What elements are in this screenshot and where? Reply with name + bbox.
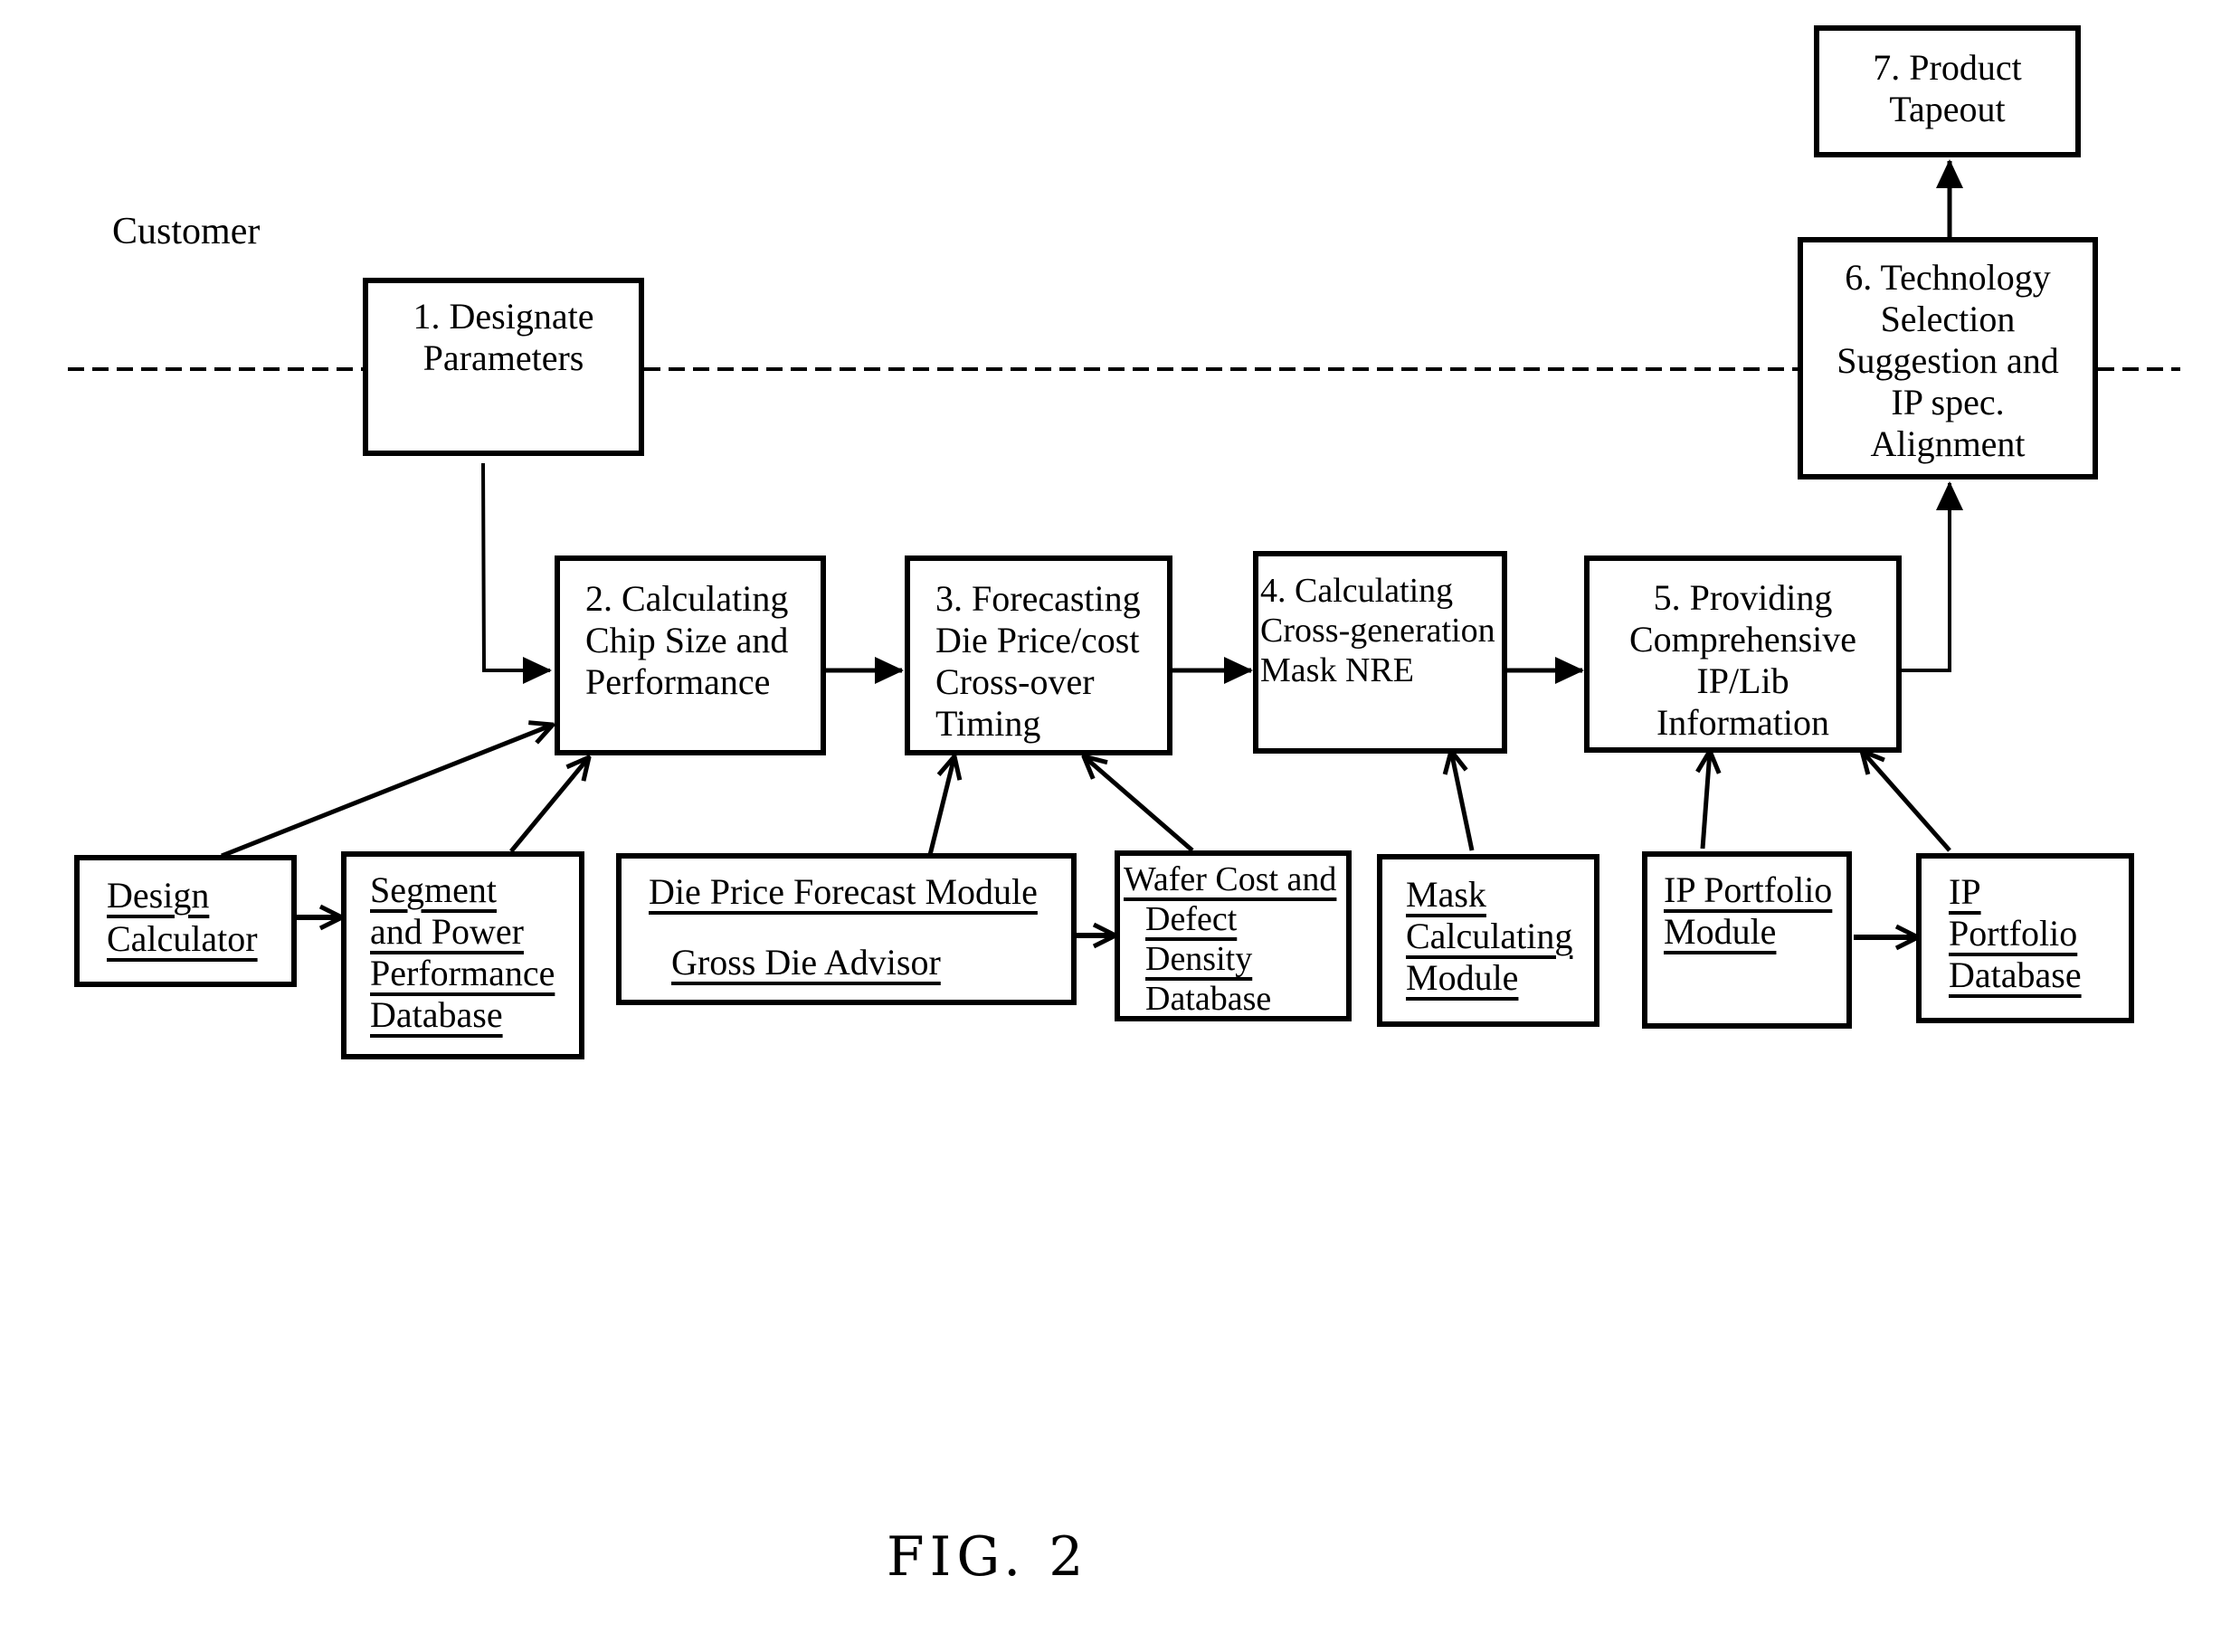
module-text-line: and Power bbox=[370, 911, 524, 952]
step-text-line: Alignment bbox=[1870, 423, 2026, 464]
arrow-ip-module-to-step5 bbox=[1703, 751, 1710, 850]
ip-portfolio-module[interactable]: IP Portfolio Module bbox=[1642, 851, 1852, 1029]
step-2-calculating-chip-size[interactable]: 2. Calculating Chip Size and Performance bbox=[555, 555, 826, 755]
arrow-design-calculator-to-step2 bbox=[221, 725, 553, 859]
step-text-line: IP spec. bbox=[1891, 382, 2005, 422]
step-text-line: 7. Product bbox=[1873, 47, 2022, 88]
module-text-line: Segment bbox=[370, 869, 497, 910]
arrow-wafer-cost-db-to-step3 bbox=[1084, 756, 1194, 852]
step-text-line: Parameters bbox=[422, 337, 584, 378]
module-text-line: Database bbox=[1949, 954, 2082, 995]
step-7-product-tapeout[interactable]: 7. Product Tapeout bbox=[1814, 25, 2081, 157]
step-text-line: Tapeout bbox=[1889, 89, 2006, 129]
module-text-line: Database bbox=[1145, 980, 1272, 1018]
arrow-step1-to-step2 bbox=[481, 462, 552, 684]
wafer-cost-defect-density-database[interactable]: Wafer Cost and Defect Density Database bbox=[1115, 850, 1352, 1021]
arrow-die-price-module-to-step3 bbox=[927, 756, 954, 856]
step-text-line: Suggestion and bbox=[1837, 340, 2059, 381]
module-text-line: Performance bbox=[370, 953, 555, 993]
step-text-line: 6. Technology bbox=[1845, 257, 2051, 298]
module-text-line: Defect bbox=[1145, 900, 1238, 938]
step-text-line: 5. Providing bbox=[1653, 577, 1833, 618]
arrow-segment-db-to-step2 bbox=[509, 757, 589, 853]
step-text-line: Performance bbox=[585, 661, 771, 702]
step-text-line: Mask NRE bbox=[1260, 651, 1414, 689]
module-text-line: Die Price Forecast Module bbox=[649, 871, 1038, 912]
step-text-line: Selection bbox=[1880, 299, 2016, 339]
module-text-line: IP bbox=[1949, 871, 1981, 912]
step-text-line: Information bbox=[1656, 702, 1830, 743]
customer-zone-label: Customer bbox=[112, 211, 261, 252]
step-text-line: Comprehensive bbox=[1628, 619, 1857, 660]
step-4-calculating-mask-nre[interactable]: 4. Calculating Cross-generation Mask NRE bbox=[1253, 551, 1507, 754]
step-text-line: 1. Designate bbox=[413, 296, 594, 337]
module-text-line: Gross Die Advisor bbox=[671, 942, 941, 983]
step-text-line: 2. Calculating bbox=[585, 578, 789, 619]
module-text-line: Calculating bbox=[1406, 916, 1573, 956]
step-6-technology-selection[interactable]: 6. Technology Selection Suggestion and I… bbox=[1798, 237, 2098, 479]
step-text-line: 4. Calculating bbox=[1260, 572, 1454, 610]
step-text-line: Cross-generation bbox=[1260, 612, 1495, 650]
step-1-designate-parameters[interactable]: 1. Designate Parameters bbox=[363, 278, 644, 456]
module-text-line: Module bbox=[1664, 911, 1777, 952]
arrow-ip-db-to-step5 bbox=[1862, 751, 1951, 852]
module-text-line: IP Portfolio bbox=[1664, 869, 1833, 910]
module-text-line: Design bbox=[107, 875, 210, 916]
module-text-line: Mask bbox=[1406, 874, 1486, 915]
figure-caption: FIG. 2 bbox=[887, 1525, 1089, 1589]
step-text-line: Timing bbox=[935, 703, 1041, 744]
mask-calculating-module[interactable]: Mask Calculating Module bbox=[1377, 854, 1599, 1027]
arrow-mask-module-to-step4 bbox=[1451, 751, 1475, 851]
step-3-forecasting-die-price[interactable]: 3. Forecasting Die Price/cost Cross-over… bbox=[905, 555, 1172, 755]
segment-power-performance-database[interactable]: Segment and Power Performance Database bbox=[341, 851, 584, 1059]
arrow-step5-to-step6 bbox=[1902, 481, 1963, 672]
module-text-line: Database bbox=[370, 994, 503, 1035]
module-text-line: Wafer Cost and bbox=[1124, 860, 1337, 898]
module-text-line: Density bbox=[1145, 940, 1253, 978]
step-text-line: Cross-over bbox=[935, 661, 1095, 702]
module-text-line: Module bbox=[1406, 957, 1519, 998]
ip-portfolio-database[interactable]: IP Portfolio Database bbox=[1916, 853, 2134, 1023]
design-calculator-module[interactable]: Design Calculator bbox=[74, 855, 297, 987]
die-price-forecast-module[interactable]: Die Price Forecast Module Gross Die Advi… bbox=[616, 853, 1077, 1005]
step-text-line: IP/Lib bbox=[1696, 660, 1789, 701]
step-5-providing-ip-lib-info[interactable]: 5. Providing Comprehensive IP/Lib Inform… bbox=[1584, 555, 1902, 753]
module-text-line: Calculator bbox=[107, 918, 258, 959]
module-text-line: Portfolio bbox=[1949, 913, 2078, 954]
step-text-line: Die Price/cost bbox=[935, 620, 1140, 660]
step-text-line: Chip Size and bbox=[585, 620, 789, 660]
step-text-line: 3. Forecasting bbox=[935, 578, 1141, 619]
